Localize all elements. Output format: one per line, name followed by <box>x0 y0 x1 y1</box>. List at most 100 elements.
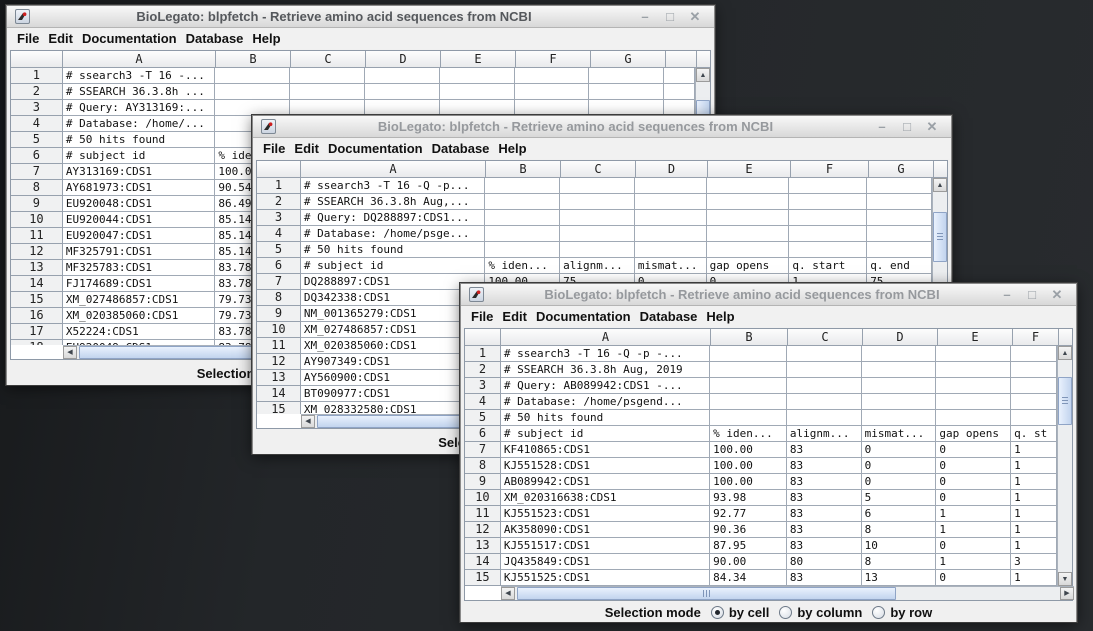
row-header-9[interactable]: 9 <box>11 196 63 212</box>
corner-cell[interactable] <box>257 161 301 178</box>
cell-E1[interactable] <box>440 68 515 84</box>
scroll-left-button[interactable]: ◀ <box>501 587 515 600</box>
cell-B14[interactable]: 90.00 <box>710 554 787 570</box>
cell-D8[interactable]: 0 <box>862 458 937 474</box>
cell-A9[interactable]: AB089942:CDS1 <box>501 474 710 490</box>
cell-E15[interactable]: 0 <box>936 570 1011 586</box>
cell-E1[interactable] <box>707 178 790 194</box>
cell-A5[interactable]: # 50 hits found <box>63 132 216 148</box>
cell-E14[interactable]: 1 <box>936 554 1011 570</box>
cell-G3[interactable] <box>589 100 664 116</box>
cell-A14[interactable]: FJ174689:CDS1 <box>63 276 216 292</box>
cell-A7[interactable]: DQ288897:CDS1 <box>301 274 485 290</box>
menu-item-help[interactable]: Help <box>706 309 734 324</box>
cell-A14[interactable]: JQ435849:CDS1 <box>501 554 710 570</box>
horizontal-scrollbar[interactable]: ◀▶ <box>501 586 1074 600</box>
column-header-E[interactable]: E <box>441 51 516 68</box>
cell-D4[interactable] <box>635 226 707 242</box>
row-header-15[interactable]: 15 <box>257 402 301 414</box>
cell-G6[interactable]: q. end <box>867 258 932 274</box>
menu-item-database[interactable]: Database <box>432 141 490 156</box>
cell-A9[interactable]: EU920048:CDS1 <box>63 196 216 212</box>
cell-A2[interactable]: # SSEARCH 36.3.8h Aug,... <box>301 194 485 210</box>
cell-F3[interactable] <box>515 100 590 116</box>
row-header-16[interactable]: 16 <box>11 308 63 324</box>
row-header-12[interactable]: 12 <box>11 244 63 260</box>
scroll-up-button[interactable]: ▲ <box>696 68 710 82</box>
column-header-C[interactable]: C <box>788 329 863 346</box>
cell-B1[interactable] <box>485 178 560 194</box>
row-header-9[interactable]: 9 <box>465 474 501 490</box>
cell-G2[interactable] <box>867 194 932 210</box>
row-header-10[interactable]: 10 <box>257 322 301 338</box>
cell-D4[interactable] <box>862 394 937 410</box>
close-button[interactable]: ✕ <box>688 9 702 24</box>
cell-F7[interactable]: 1 <box>1011 442 1057 458</box>
cell-C6[interactable]: alignm... <box>787 426 862 442</box>
cell-A6[interactable]: # subject id <box>501 426 710 442</box>
cell-E8[interactable]: 0 <box>936 458 1011 474</box>
cell-A15[interactable]: KJ551525:CDS1 <box>501 570 710 586</box>
column-header-B[interactable]: B <box>216 51 291 68</box>
cell-F13[interactable]: 1 <box>1011 538 1057 554</box>
cell-E2[interactable] <box>936 362 1011 378</box>
menu-item-edit[interactable]: Edit <box>502 309 527 324</box>
column-header-A[interactable]: A <box>63 51 216 68</box>
titlebar[interactable]: BioLegato: blpfetch - Retrieve amino aci… <box>461 284 1076 306</box>
cell-A4[interactable]: # Database: /home/psge... <box>301 226 485 242</box>
row-header-7[interactable]: 7 <box>11 164 63 180</box>
menu-item-edit[interactable]: Edit <box>48 31 73 46</box>
cell-D15[interactable]: 13 <box>862 570 937 586</box>
column-header-D[interactable]: D <box>366 51 441 68</box>
cell-C6[interactable]: alignm... <box>560 258 635 274</box>
menu-item-help[interactable]: Help <box>498 141 526 156</box>
cell-G2[interactable] <box>589 84 664 100</box>
row-header-5[interactable]: 5 <box>465 410 501 426</box>
row-header-7[interactable]: 7 <box>257 274 301 290</box>
cell-F5[interactable] <box>789 242 867 258</box>
row-header-12[interactable]: 12 <box>257 354 301 370</box>
cell-E9[interactable]: 0 <box>936 474 1011 490</box>
cell-C15[interactable]: 83 <box>787 570 862 586</box>
row-header-8[interactable]: 8 <box>11 180 63 196</box>
cell-D2[interactable] <box>862 362 937 378</box>
cell-A12[interactable]: AK358090:CDS1 <box>501 522 710 538</box>
cell-B5[interactable] <box>485 242 560 258</box>
menu-item-help[interactable]: Help <box>252 31 280 46</box>
cell-F14[interactable]: 3 <box>1011 554 1057 570</box>
cell-C2[interactable] <box>787 362 862 378</box>
cell-C14[interactable]: 80 <box>787 554 862 570</box>
cell-F15[interactable]: 1 <box>1011 570 1057 586</box>
menu-item-file[interactable]: File <box>17 31 39 46</box>
cell-C9[interactable]: 83 <box>787 474 862 490</box>
cell-A8[interactable]: KJ551528:CDS1 <box>501 458 710 474</box>
cell-D14[interactable]: 8 <box>862 554 937 570</box>
cell-E2[interactable] <box>440 84 515 100</box>
row-header-10[interactable]: 10 <box>11 212 63 228</box>
cell-F1[interactable] <box>515 68 590 84</box>
cell-C2[interactable] <box>290 84 365 100</box>
cell-D12[interactable]: 8 <box>862 522 937 538</box>
row-header-13[interactable]: 13 <box>11 260 63 276</box>
cell-G3[interactable] <box>867 210 932 226</box>
cell-G5[interactable] <box>867 242 932 258</box>
row-header-5[interactable]: 5 <box>11 132 63 148</box>
cell-C3[interactable] <box>560 210 635 226</box>
row-header-13[interactable]: 13 <box>257 370 301 386</box>
radio-label-by-column[interactable]: by column <box>797 605 862 620</box>
column-header-C[interactable]: C <box>291 51 366 68</box>
cell-C5[interactable] <box>787 410 862 426</box>
cell-F8[interactable]: 1 <box>1011 458 1057 474</box>
scroll-down-button[interactable]: ▼ <box>1058 572 1072 586</box>
close-button[interactable]: ✕ <box>925 119 939 134</box>
row-header-5[interactable]: 5 <box>257 242 301 258</box>
cell-D3[interactable] <box>862 378 937 394</box>
cell-A11[interactable]: KJ551523:CDS1 <box>501 506 710 522</box>
row-header-12[interactable]: 12 <box>465 522 501 538</box>
cell-A3[interactable]: # Query: AB089942:CDS1 -... <box>501 378 710 394</box>
cell-D2[interactable] <box>365 84 440 100</box>
cell-A15[interactable]: XM_028332580:CDS1 <box>301 402 485 414</box>
row-header-14[interactable]: 14 <box>465 554 501 570</box>
column-header-E[interactable]: E <box>708 161 791 178</box>
cell-C3[interactable] <box>290 100 365 116</box>
